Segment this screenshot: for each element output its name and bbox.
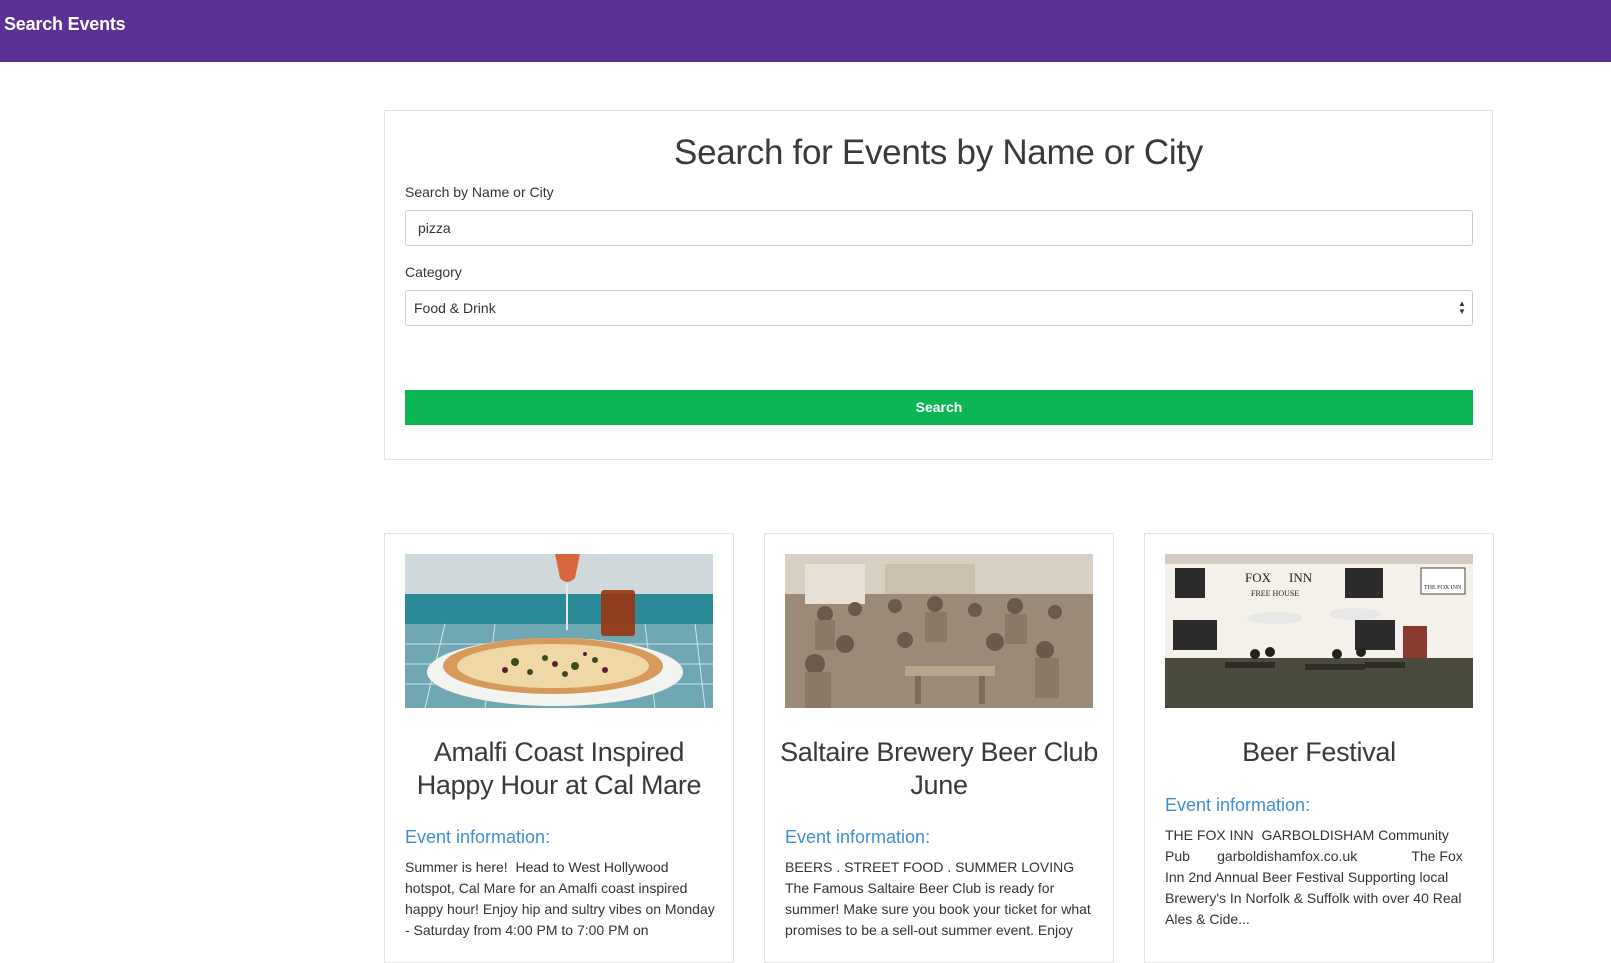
- event-info-label: Event information:: [1165, 795, 1311, 815]
- event-description: Summer is here! Head to West Hollywood h…: [405, 859, 719, 938]
- search-name-input[interactable]: pizza: [405, 210, 1473, 246]
- crowd-photo[interactable]: [785, 554, 1093, 708]
- photo-sign-fox: FOX: [1245, 570, 1272, 585]
- navbar-brand[interactable]: Search Events: [4, 14, 126, 35]
- search-panel: Search for Events by Name or City Search…: [384, 110, 1493, 460]
- event-info-label: Event information:: [405, 827, 551, 847]
- photo-sign-the-fox-inn: THE FOX INN: [1424, 585, 1462, 591]
- event-card[interactable]: FOX INN FREE HOUSE THE FOX INN Beer Fest…: [1144, 533, 1494, 963]
- event-title[interactable]: Beer Festival: [1159, 736, 1479, 769]
- top-navbar: Search Events: [0, 0, 1611, 62]
- event-description: BEERS . STREET FOOD . SUMMER LOVING The …: [785, 859, 1095, 938]
- event-card[interactable]: Amalfi Coast Inspired Happy Hour at Cal …: [384, 533, 734, 963]
- event-title[interactable]: Saltaire Brewery Beer Club June: [779, 736, 1099, 802]
- event-info-label: Event information:: [785, 827, 931, 847]
- pizza-photo[interactable]: [405, 554, 713, 708]
- event-description: THE FOX INN GARBOLDISHAM Community Pub g…: [1165, 827, 1467, 927]
- search-name-label: Search by Name or City: [405, 184, 554, 200]
- search-heading: Search for Events by Name or City: [674, 133, 1203, 172]
- photo-sign-inn: INN: [1289, 570, 1313, 585]
- search-button[interactable]: Search: [405, 390, 1473, 425]
- event-title[interactable]: Amalfi Coast Inspired Happy Hour at Cal …: [399, 736, 719, 802]
- pub-photo[interactable]: FOX INN FREE HOUSE THE FOX INN: [1165, 554, 1473, 708]
- event-card[interactable]: Saltaire Brewery Beer Club June Event in…: [764, 533, 1114, 963]
- category-select-value: Food & Drink: [414, 300, 496, 316]
- category-label: Category: [405, 264, 462, 280]
- select-arrows-icon: ▲ ▼: [1458, 299, 1466, 316]
- photo-sign-free-house: FREE HOUSE: [1251, 589, 1299, 598]
- category-select[interactable]: Food & Drink ▲ ▼: [405, 290, 1473, 326]
